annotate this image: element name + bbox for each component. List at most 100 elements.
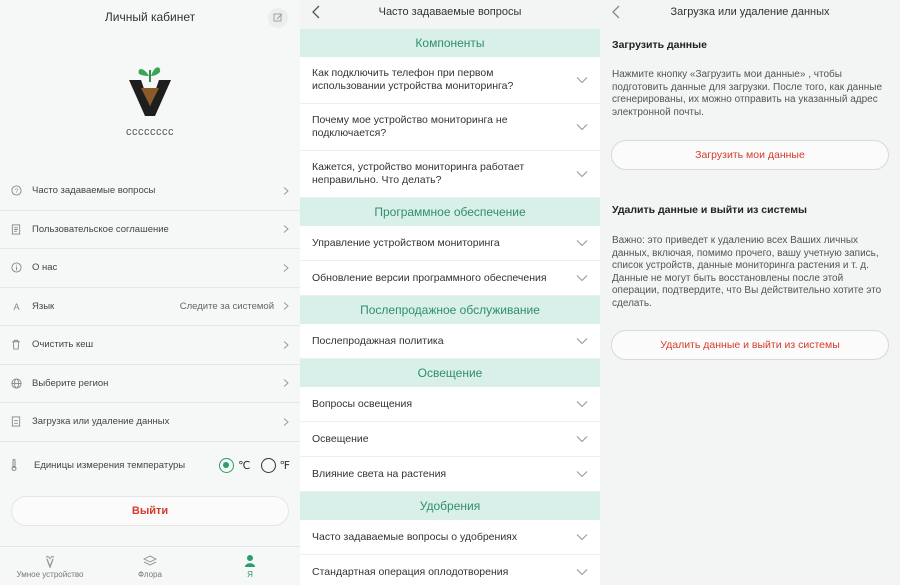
faq-question: Управление устройством мониторинга bbox=[312, 236, 500, 249]
faq-question: Часто задаваемые вопросы о удобрениях bbox=[312, 530, 518, 543]
faq-item[interactable]: Почему мое устройство мониторинга не под… bbox=[300, 104, 600, 151]
menu-label: Очистить кеш bbox=[32, 339, 94, 351]
faq-item[interactable]: Часто задаваемые вопросы о удобрениях bbox=[300, 520, 600, 555]
svg-text:A: A bbox=[13, 302, 20, 312]
logout-button[interactable]: Выйти bbox=[11, 496, 289, 526]
menu-item-about[interactable]: О нас bbox=[0, 249, 300, 288]
profile-panel: Личный кабинет cccccccc ? Часто задаваем… bbox=[0, 0, 300, 585]
chevron-right-icon bbox=[283, 263, 289, 272]
settings-menu: ? Часто задаваемые вопросы Пользовательс… bbox=[0, 172, 300, 442]
nav-item-smart-device[interactable]: Умное устройство bbox=[0, 547, 100, 585]
faq-section-header: Послепродажное обслуживание bbox=[300, 296, 600, 324]
chevron-right-icon bbox=[283, 302, 289, 311]
chevron-down-icon bbox=[576, 471, 588, 478]
menu-label: Язык bbox=[32, 300, 55, 312]
menu-item-data[interactable]: Загрузка или удаление данных bbox=[0, 403, 300, 442]
edit-profile-button[interactable] bbox=[268, 8, 288, 28]
faq-question: Кажется, устройство мониторинга работает… bbox=[312, 161, 525, 186]
document-icon bbox=[10, 223, 22, 235]
menu-item-region[interactable]: Выберите регион bbox=[0, 365, 300, 403]
faq-section-header: Освещение bbox=[300, 359, 600, 387]
back-arrow-icon[interactable] bbox=[610, 4, 624, 20]
chevron-down-icon bbox=[576, 569, 588, 576]
delete-description: Важно: это приведет к удалению всех Ваши… bbox=[612, 235, 882, 309]
faq-question: Стандартная операция оплодотворения bbox=[312, 565, 509, 578]
faq-item[interactable]: Как подключить телефон при первом исполь… bbox=[300, 57, 600, 104]
plant-device-icon bbox=[46, 555, 54, 568]
page-title: Часто задаваемые вопросы bbox=[378, 6, 522, 18]
radio-dot bbox=[219, 457, 235, 473]
menu-item-faq[interactable]: ? Часто задаваемые вопросы bbox=[0, 172, 300, 211]
celsius-label: ℃ bbox=[238, 459, 251, 472]
edit-icon bbox=[273, 13, 283, 22]
faq-item[interactable]: Послепродажная политика bbox=[300, 324, 600, 359]
chevron-right-icon bbox=[283, 340, 289, 349]
faq-section-header: Удобрения bbox=[300, 492, 600, 520]
menu-item-clear-cache[interactable]: Очистить кеш bbox=[0, 326, 300, 365]
download-data-button[interactable]: Загрузить мои данные bbox=[611, 140, 889, 170]
back-arrow-icon[interactable] bbox=[310, 4, 324, 20]
layers-icon bbox=[143, 554, 157, 566]
nav-label: Флора bbox=[138, 569, 162, 579]
chevron-down-icon bbox=[576, 240, 588, 247]
data-header: Загрузка или удаление данных bbox=[600, 0, 900, 24]
globe-icon bbox=[10, 377, 22, 389]
chevron-down-icon bbox=[576, 338, 588, 345]
menu-label: Пользовательское соглашение bbox=[32, 223, 169, 235]
language-icon: A bbox=[10, 300, 22, 312]
faq-question: Послепродажная политика bbox=[312, 334, 444, 347]
person-icon bbox=[245, 554, 255, 567]
chevron-down-icon bbox=[576, 275, 588, 282]
faq-item[interactable]: Освещение bbox=[300, 422, 600, 457]
faq-question: Влияние света на растения bbox=[312, 467, 447, 480]
menu-item-agreement[interactable]: Пользовательское соглашение bbox=[0, 211, 300, 249]
chevron-down-icon bbox=[576, 77, 588, 84]
page-title: Загрузка или удаление данных bbox=[670, 6, 830, 18]
fahrenheit-label: ℉ bbox=[279, 459, 290, 472]
menu-label: Выберите регион bbox=[32, 377, 109, 389]
trash-icon bbox=[10, 339, 22, 351]
username: cccccccc bbox=[126, 126, 174, 138]
celsius-radio[interactable]: ℃ bbox=[219, 457, 251, 473]
chevron-right-icon bbox=[283, 186, 289, 195]
delete-section-title: Удалить данные и выйти из системы bbox=[612, 204, 807, 216]
faq-item[interactable]: Вопросы освещения bbox=[300, 387, 600, 422]
chevron-right-icon bbox=[283, 379, 289, 388]
data-panel: Загрузка или удаление данных Загрузить д… bbox=[600, 0, 900, 585]
menu-item-language[interactable]: A Язык Следите за системой bbox=[0, 288, 300, 326]
menu-label: О нас bbox=[32, 262, 58, 274]
chevron-down-icon bbox=[576, 534, 588, 541]
faq-item[interactable]: Стандартная операция оплодотворения bbox=[300, 555, 600, 585]
chevron-down-icon bbox=[576, 124, 588, 131]
radio-dot bbox=[260, 457, 276, 473]
thermometer-icon bbox=[10, 459, 22, 471]
delete-data-button[interactable]: Удалить данные и выйти из системы bbox=[611, 330, 889, 360]
download-description: Нажмите кнопку «Загрузить мои данные» , … bbox=[612, 69, 883, 118]
chevron-right-icon bbox=[283, 417, 289, 426]
faq-question: Как подключить телефон при первом исполь… bbox=[312, 67, 514, 92]
temperature-units-row: Единицы измерения температуры ℃ ℉ bbox=[0, 446, 300, 484]
nav-label: Умное устройство bbox=[16, 569, 84, 579]
chevron-down-icon bbox=[576, 401, 588, 408]
page-title: Личный кабинет bbox=[104, 10, 196, 24]
download-section-title: Загрузить данные bbox=[612, 39, 707, 51]
menu-label: Загрузка или удаление данных bbox=[32, 416, 170, 428]
faq-item[interactable]: Обновление версии программного обеспечен… bbox=[300, 261, 600, 296]
nav-item-me[interactable]: Я bbox=[200, 547, 300, 585]
app-logo bbox=[127, 58, 173, 118]
fahrenheit-radio[interactable]: ℉ bbox=[260, 457, 290, 473]
chevron-down-icon bbox=[576, 171, 588, 178]
faq-item[interactable]: Кажется, устройство мониторинга работает… bbox=[300, 151, 600, 198]
bottom-nav: Умное устройство Флора Я bbox=[0, 546, 300, 585]
info-icon bbox=[10, 262, 22, 274]
faq-item[interactable]: Влияние света на растения bbox=[300, 457, 600, 492]
data-icon bbox=[10, 416, 22, 428]
nav-label: Я bbox=[247, 569, 253, 579]
language-value: Следите за системой bbox=[179, 300, 274, 312]
chevron-down-icon bbox=[576, 436, 588, 443]
faq-item[interactable]: Управление устройством мониторинга bbox=[300, 226, 600, 261]
faq-list: Компоненты Как подключить телефон при пе… bbox=[300, 29, 600, 585]
faq-section-header: Программное обеспечение bbox=[300, 198, 600, 226]
nav-item-flora[interactable]: Флора bbox=[100, 547, 200, 585]
svg-text:?: ? bbox=[14, 188, 18, 195]
